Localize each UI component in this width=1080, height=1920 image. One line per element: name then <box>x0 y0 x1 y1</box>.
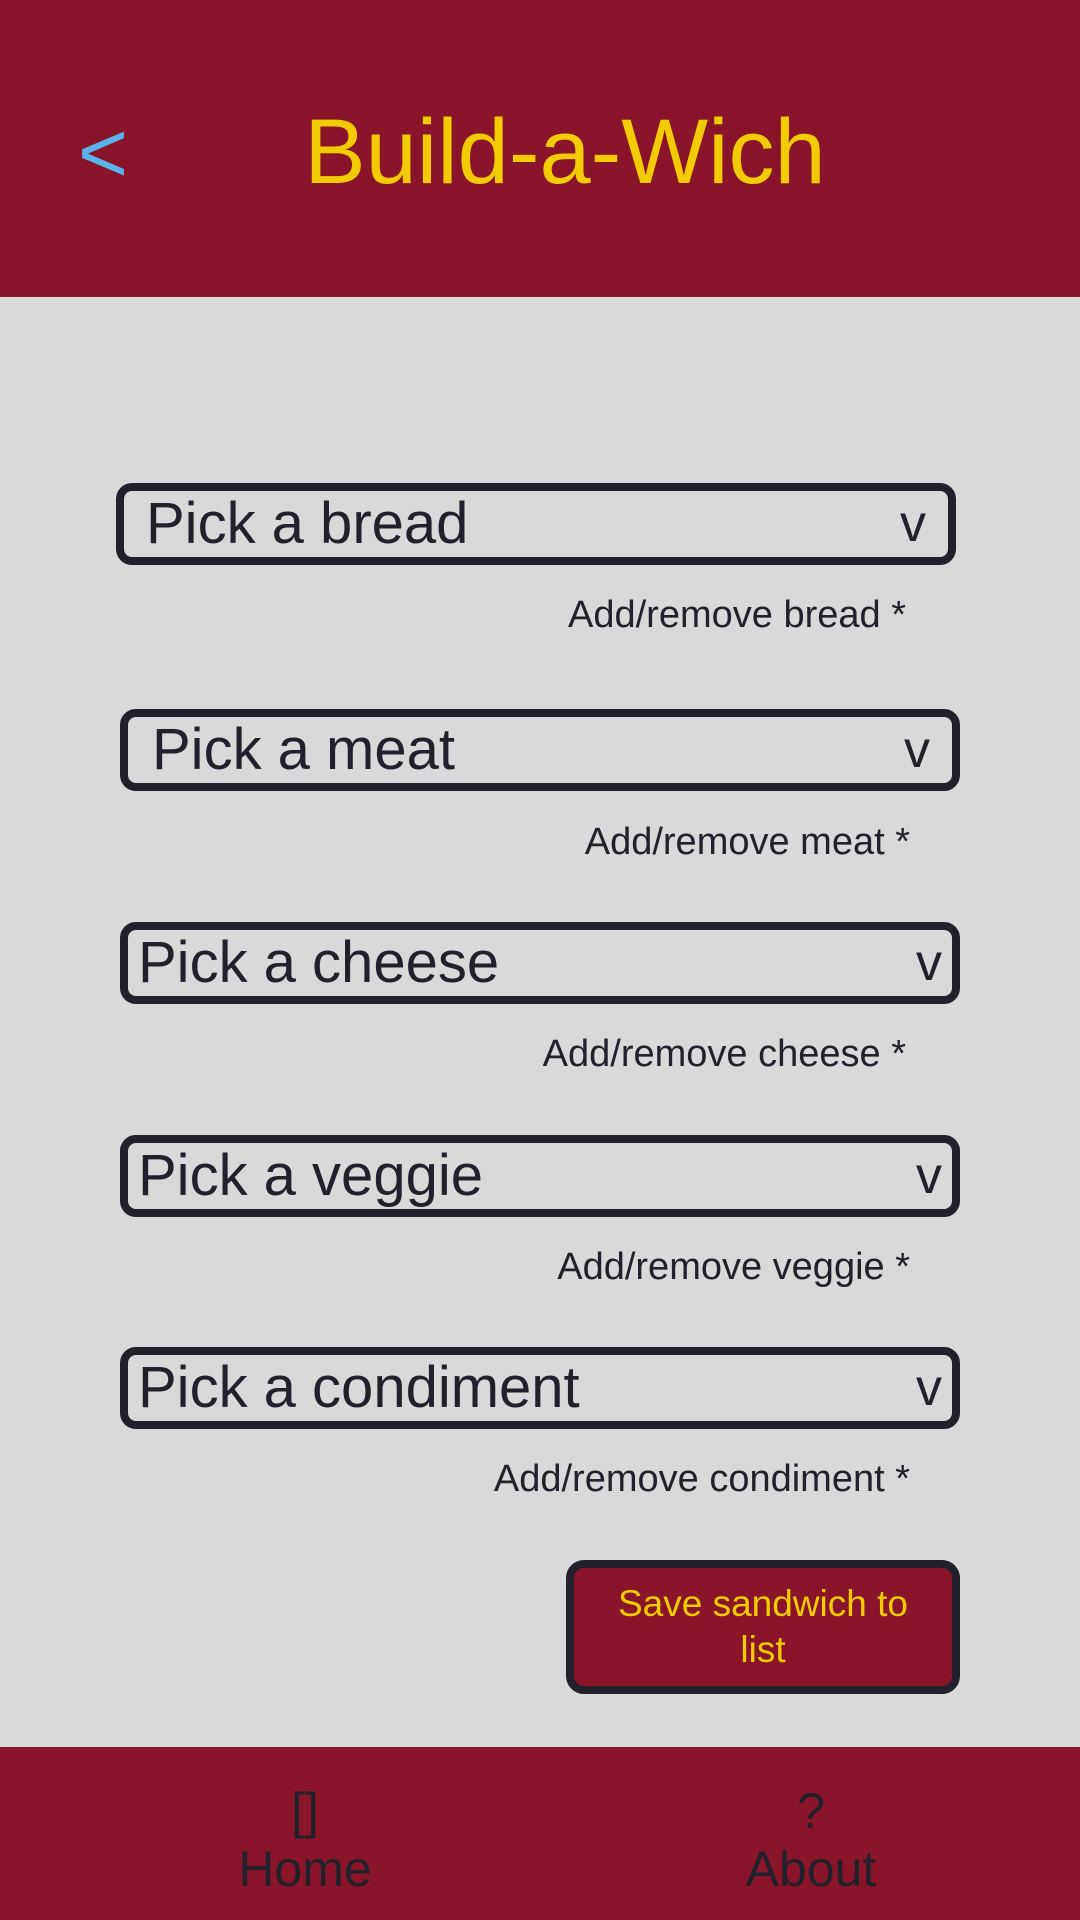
condiment-select-label: Pick a condiment <box>138 1355 580 1420</box>
chevron-down-icon: v <box>916 1147 942 1205</box>
veggie-select-label: Pick a veggie <box>138 1143 483 1208</box>
bottom-nav: [] Home ? About <box>0 1747 1080 1920</box>
chevron-down-icon: v <box>916 934 942 992</box>
app-header: < Build-a-Wich <box>0 0 1080 297</box>
cheese-select[interactable]: Pick a cheese v <box>120 922 960 1004</box>
back-button[interactable]: < <box>68 98 138 208</box>
cheese-select-label: Pick a cheese <box>138 930 500 995</box>
save-sandwich-button-label: Save sandwich to list <box>617 1583 908 1670</box>
meat-select-label: Pick a meat <box>152 717 455 782</box>
bread-select[interactable]: Pick a bread v <box>116 483 956 565</box>
meat-select[interactable]: Pick a meat v <box>120 709 960 791</box>
nav-item-home[interactable]: [] Home <box>185 1747 425 1920</box>
add-remove-cheese-link[interactable]: Add/remove cheese * <box>460 1028 906 1080</box>
nav-item-about-label: About <box>745 1841 877 1897</box>
home-icon: [] <box>291 1783 319 1839</box>
add-remove-meat-link[interactable]: Add/remove meat * <box>500 816 910 868</box>
save-sandwich-button[interactable]: Save sandwich to list <box>566 1560 960 1694</box>
bread-select-label: Pick a bread <box>146 491 469 556</box>
chevron-down-icon: v <box>900 495 926 553</box>
chevron-down-icon: v <box>904 721 930 779</box>
add-remove-bread-link[interactable]: Add/remove bread * <box>500 589 906 641</box>
nav-item-about[interactable]: ? About <box>691 1747 931 1920</box>
chevron-down-icon: v <box>916 1359 942 1417</box>
sandwich-builder-form: Pick a bread v Add/remove bread * Pick a… <box>0 297 1080 1747</box>
veggie-select[interactable]: Pick a veggie v <box>120 1135 960 1217</box>
condiment-select[interactable]: Pick a condiment v <box>120 1347 960 1429</box>
nav-item-home-label: Home <box>238 1841 372 1897</box>
question-icon: ? <box>797 1783 825 1839</box>
add-remove-veggie-link[interactable]: Add/remove veggie * <box>480 1241 910 1293</box>
add-remove-condiment-link[interactable]: Add/remove condiment * <box>420 1453 910 1505</box>
page-title: Build-a-Wich <box>304 101 826 203</box>
